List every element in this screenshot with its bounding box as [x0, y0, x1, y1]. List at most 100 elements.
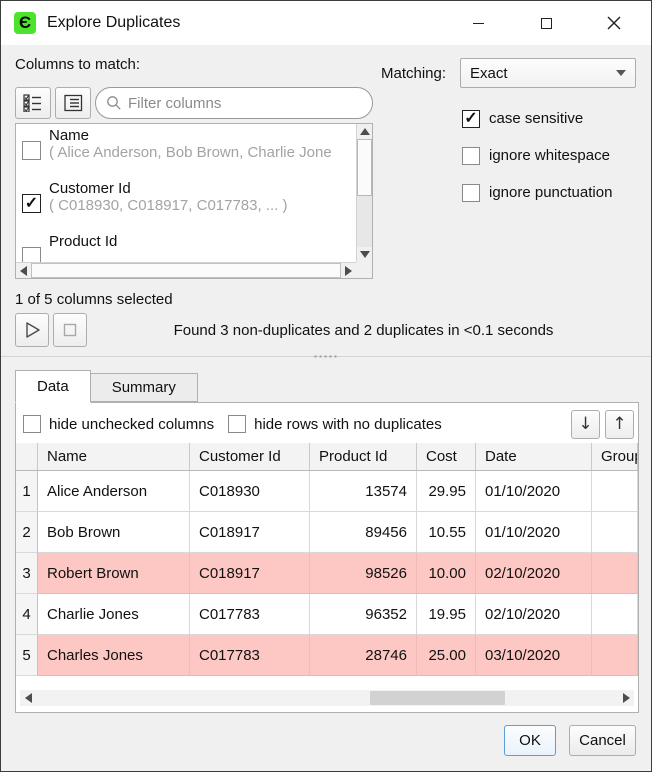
cell-group: [592, 553, 638, 594]
table-body: 1Alice AndersonC0189301357429.9501/10/20…: [16, 471, 638, 676]
table-horizontal-scrollbar[interactable]: [20, 690, 634, 706]
scrollbar-corner: [356, 262, 372, 278]
tab-bar: Data Summary: [15, 369, 639, 402]
cell-name: Charles Jones: [38, 635, 190, 676]
run-button[interactable]: [15, 313, 49, 347]
window-title: Explore Duplicates: [47, 14, 180, 32]
table-row-1[interactable]: 1Alice AndersonC0189301357429.9501/10/20…: [16, 471, 638, 512]
ignore-whitespace-checkbox[interactable]: [462, 147, 480, 165]
cell-cost: 10.55: [417, 512, 476, 553]
column-checkbox[interactable]: ✓: [22, 194, 41, 213]
cell-date: 03/10/2020: [476, 635, 592, 676]
minimize-button[interactable]: [463, 1, 493, 45]
column-item-name[interactable]: Name ( Alice Anderson, Bob Brown, Charli…: [16, 124, 356, 177]
cell-product-id: 89456: [310, 512, 417, 553]
table-scroll-left-button[interactable]: [20, 690, 36, 706]
column-header-product-id[interactable]: Product Id: [310, 443, 417, 470]
columns-selected-status: 1 of 5 columns selected: [15, 291, 173, 308]
case-sensitive-checkbox[interactable]: ✓: [462, 110, 480, 128]
cell-product-id: 96352: [310, 594, 417, 635]
check-all-columns-button[interactable]: [15, 87, 51, 119]
table-scroll-right-button[interactable]: [618, 690, 634, 706]
table-scroll-thumb[interactable]: [370, 691, 505, 705]
column-name: Customer Id: [49, 180, 288, 197]
table-row-2[interactable]: 2Bob BrownC0189178945610.5501/10/2020: [16, 512, 638, 553]
cell-product-id: 28746: [310, 635, 417, 676]
arrow-up-icon: ↑: [612, 414, 626, 434]
cell-name: Alice Anderson: [38, 471, 190, 512]
scroll-up-button[interactable]: [357, 124, 372, 139]
cell-name: Bob Brown: [38, 512, 190, 553]
columns-list-horizontal-scrollbar[interactable]: [16, 262, 356, 278]
tab-summary[interactable]: Summary: [91, 373, 198, 402]
vertical-scroll-thumb[interactable]: [357, 139, 372, 196]
app-logo-icon: Є: [14, 12, 36, 34]
scroll-left-icon: [20, 266, 27, 276]
table-row-4[interactable]: 4Charlie JonesC0177839635219.9502/10/202…: [16, 594, 638, 635]
row-number: 4: [16, 594, 38, 635]
uncheck-all-columns-button[interactable]: [55, 87, 91, 119]
table-row-3[interactable]: 3Robert BrownC0189179852610.0002/10/2020: [16, 553, 638, 594]
title-bar: Є Explore Duplicates: [1, 1, 651, 45]
ok-button[interactable]: OK: [504, 725, 556, 756]
splitter-handle[interactable]: [313, 355, 339, 358]
cell-cost: 10.00: [417, 553, 476, 594]
tab-data[interactable]: Data: [15, 370, 91, 403]
column-list-items: Name ( Alice Anderson, Bob Brown, Charli…: [16, 124, 356, 262]
row-number: 2: [16, 512, 38, 553]
tab-data-label: Data: [37, 378, 69, 395]
match-option-label: ignore punctuation: [489, 184, 612, 201]
search-icon: [106, 95, 122, 111]
columns-list-vertical-scrollbar[interactable]: [356, 124, 372, 262]
next-duplicate-button[interactable]: ↓: [571, 410, 600, 439]
results-tab-widget: Data Summary hide unchecked columns hide…: [1, 356, 651, 713]
stop-button[interactable]: [53, 313, 87, 347]
matching-dropdown[interactable]: Exact: [460, 58, 636, 88]
columns-list: Name ( Alice Anderson, Bob Brown, Charli…: [15, 123, 373, 279]
dialog-footer: OK Cancel: [1, 713, 651, 771]
column-header-cost[interactable]: Cost: [417, 443, 476, 470]
table-row-5[interactable]: 5Charles JonesC0177832874625.0003/10/202…: [16, 635, 638, 676]
scroll-down-button[interactable]: [357, 247, 372, 262]
cell-cost: 25.00: [417, 635, 476, 676]
play-icon: [22, 320, 42, 340]
maximize-icon: [541, 18, 552, 29]
horizontal-scroll-thumb[interactable]: [31, 263, 341, 278]
cell-group: [592, 471, 638, 512]
column-header-name[interactable]: Name: [38, 443, 190, 470]
close-button[interactable]: [599, 1, 629, 45]
matching-row: Matching: Exact: [381, 58, 636, 88]
filter-columns-field[interactable]: [95, 87, 373, 119]
cell-date: 01/10/2020: [476, 512, 592, 553]
tab-summary-label: Summary: [112, 379, 176, 396]
hide-unchecked-columns-checkbox[interactable]: [23, 415, 41, 433]
scroll-right-button[interactable]: [341, 263, 356, 278]
cancel-button[interactable]: Cancel: [569, 725, 636, 756]
cell-group: [592, 594, 638, 635]
scroll-left-button[interactable]: [16, 263, 31, 278]
previous-duplicate-button[interactable]: ↑: [605, 410, 634, 439]
arrow-down-icon: ↓: [578, 414, 592, 434]
data-tab-pane: hide unchecked columns hide rows with no…: [15, 402, 639, 713]
column-header-group[interactable]: Group: [592, 443, 638, 470]
filter-columns-input[interactable]: [128, 95, 362, 112]
splitter-divider: [1, 356, 651, 357]
column-item-product-id[interactable]: Product Id: [16, 230, 356, 262]
column-checkbox[interactable]: [22, 247, 41, 262]
duplicates-result-text: Found 3 non-duplicates and 2 duplicates …: [91, 322, 636, 339]
scroll-right-icon: [345, 266, 352, 276]
column-item-customer-id[interactable]: ✓ Customer Id ( C018930, C018917, C01778…: [16, 177, 356, 230]
maximize-button[interactable]: [531, 1, 561, 45]
column-header-customer-id[interactable]: Customer Id: [190, 443, 310, 470]
row-number: 5: [16, 635, 38, 676]
caption-buttons: [463, 1, 651, 45]
column-checkbox[interactable]: [22, 141, 41, 160]
cell-customer-id: C018917: [190, 553, 310, 594]
column-sample-values: ( Alice Anderson, Bob Brown, Charlie Jon…: [49, 144, 332, 161]
ignore-punctuation-checkbox[interactable]: [462, 184, 480, 202]
column-header-date[interactable]: Date: [476, 443, 592, 470]
hide-rows-no-duplicates-checkbox[interactable]: [228, 415, 246, 433]
explore-duplicates-dialog: Є Explore Duplicates Columns to match:: [0, 0, 652, 772]
cell-date: 02/10/2020: [476, 553, 592, 594]
cell-date: 01/10/2020: [476, 471, 592, 512]
